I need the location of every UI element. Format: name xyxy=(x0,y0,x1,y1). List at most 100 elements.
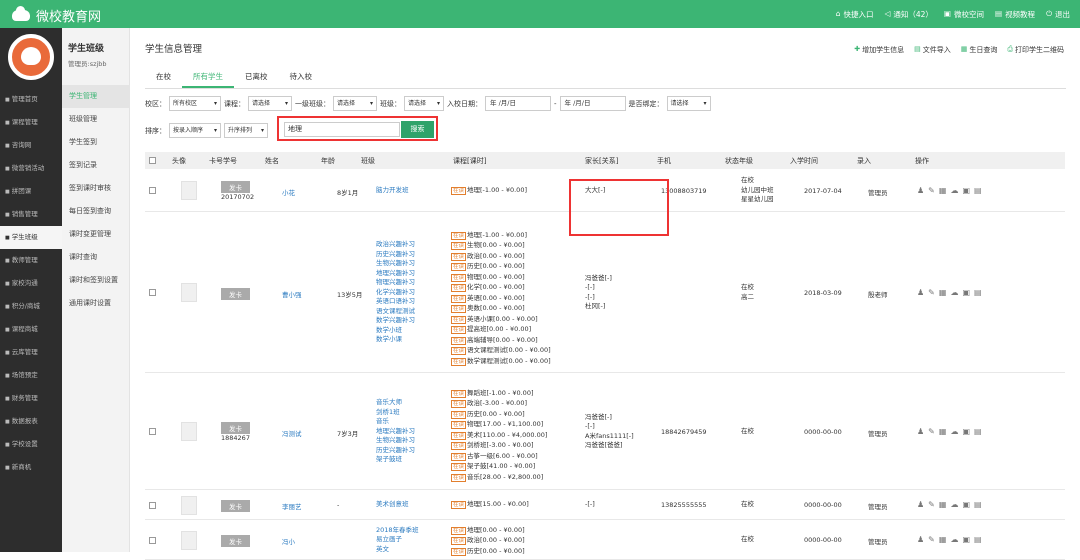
sidebar-item[interactable]: ■ 课程管理 xyxy=(0,111,62,134)
class-link[interactable]: 物理兴趣补习 xyxy=(376,278,415,288)
class-link[interactable]: 剑桥1班 xyxy=(376,408,415,418)
row-checkbox[interactable] xyxy=(149,501,156,509)
student-name[interactable]: 李丽艺 xyxy=(282,501,302,511)
sidebar-item[interactable]: ■ 积分/商城 xyxy=(0,295,62,318)
edit-icon[interactable]: ✎ xyxy=(928,535,935,544)
sidebar-item[interactable]: ■ 场馆预定 xyxy=(0,364,62,387)
submenu-item[interactable]: 签到课时审核 xyxy=(62,177,130,200)
tab-item[interactable]: 所有学生 xyxy=(182,70,234,88)
class-link[interactable]: 数学小班 xyxy=(376,326,415,336)
submenu-item[interactable]: 每日签到查询 xyxy=(62,200,130,223)
sidebar-item[interactable]: ■ 教师管理 xyxy=(0,249,62,272)
sidebar-item[interactable]: ■ 微营销活动 xyxy=(0,157,62,180)
user-icon[interactable]: ♟ xyxy=(917,535,924,544)
calendar-icon[interactable]: ▦ xyxy=(939,535,947,544)
class-link[interactable]: 美术创意班 xyxy=(376,500,409,510)
qrcode-icon[interactable]: ▣ xyxy=(962,186,970,195)
row-checkbox[interactable] xyxy=(149,536,156,544)
class-link[interactable]: 易立画子 xyxy=(376,535,419,545)
row-checkbox[interactable] xyxy=(149,187,156,194)
search-input[interactable]: 地理 xyxy=(284,122,400,137)
top-nav-item[interactable]: ▣ 微校空间 xyxy=(944,9,984,20)
logo[interactable]: 微校教育网 xyxy=(12,6,101,25)
action-0[interactable]: ✚ 增加学生信息 xyxy=(854,45,904,55)
submenu-item[interactable]: 学生签到 xyxy=(62,131,130,154)
sidebar-item[interactable]: ■ 家校沟通 xyxy=(0,272,62,295)
sidebar-item[interactable]: ■ 管理首页 xyxy=(0,88,62,111)
user-icon[interactable]: ♟ xyxy=(917,186,924,195)
edit-icon[interactable]: ✎ xyxy=(928,288,935,297)
class-link[interactable]: 英文 xyxy=(376,545,419,555)
sort-select[interactable]: 按录入顺序 xyxy=(169,123,221,138)
course-select[interactable]: 请选择 xyxy=(248,96,292,111)
row-checkbox[interactable] xyxy=(149,289,156,296)
avatar[interactable] xyxy=(8,34,54,80)
edit-icon[interactable]: ✎ xyxy=(928,500,935,509)
class-link[interactable]: 音乐大师 xyxy=(376,398,415,408)
sidebar-item[interactable]: ■ 数据报表 xyxy=(0,410,62,433)
sidebar-item[interactable]: ■ 学生班级 xyxy=(0,226,62,249)
submenu-item[interactable]: 通用课时设置 xyxy=(62,292,130,315)
student-name[interactable]: 冯小 xyxy=(282,536,295,546)
class-link[interactable]: 数学兴趣补习 xyxy=(376,316,415,326)
calendar-icon[interactable]: ▦ xyxy=(939,186,947,195)
class-link[interactable]: 历史兴趣补习 xyxy=(376,250,415,260)
edit-icon[interactable]: ✎ xyxy=(928,186,935,195)
submenu-item[interactable]: 签到记录 xyxy=(62,154,130,177)
card-icon[interactable]: ▤ xyxy=(974,535,982,544)
submenu-item[interactable]: 班级管理 xyxy=(62,108,130,131)
calendar-icon[interactable]: ▦ xyxy=(939,500,947,509)
class-link[interactable]: 数学小课 xyxy=(376,335,415,345)
card-icon[interactable]: ▤ xyxy=(974,288,982,297)
top-nav-item[interactable]: ⏻ 退出 xyxy=(1046,9,1070,20)
class-link[interactable]: 地理兴趣补习 xyxy=(376,269,415,279)
tab-item[interactable]: 在校 xyxy=(145,70,182,88)
date-to-input[interactable]: 年 /月/日 xyxy=(559,96,626,111)
row-checkbox[interactable] xyxy=(149,428,156,435)
class-link[interactable]: 地理兴趣补习 xyxy=(376,427,415,437)
action-1[interactable]: ▤ 文件导入 xyxy=(914,45,951,55)
cloud-icon[interactable]: ☁ xyxy=(950,500,958,509)
class-link[interactable]: 生物兴趣补习 xyxy=(376,436,415,446)
sidebar-item[interactable]: ■ 学校设置 xyxy=(0,433,62,456)
top-nav-item[interactable]: ▤ 视频教程 xyxy=(995,9,1035,20)
class-link[interactable]: 脑力开发班 xyxy=(376,186,409,196)
tab-item[interactable]: 已离校 xyxy=(234,70,279,88)
submenu-item[interactable]: 课时查询 xyxy=(62,246,130,269)
class1-select[interactable]: 请选择 xyxy=(333,96,377,111)
qrcode-icon[interactable]: ▣ xyxy=(962,288,970,297)
card-icon[interactable]: ▤ xyxy=(974,186,982,195)
user-icon[interactable]: ♟ xyxy=(917,500,924,509)
user-icon[interactable]: ♟ xyxy=(917,427,924,436)
user-icon[interactable]: ♟ xyxy=(917,288,924,297)
top-nav-item[interactable]: ◁ 通知（42） xyxy=(885,9,933,20)
class-link[interactable]: 化学兴趣补习 xyxy=(376,288,415,298)
issue-card-button[interactable]: 发卡 xyxy=(221,535,250,547)
issue-card-button[interactable]: 发卡 xyxy=(221,180,250,193)
cloud-icon[interactable]: ☁ xyxy=(950,186,958,195)
sidebar-item[interactable]: ■ 云库管理 xyxy=(0,341,62,364)
edit-icon[interactable]: ✎ xyxy=(928,427,935,436)
student-name[interactable]: 冯测试 xyxy=(282,428,302,438)
class-link[interactable]: 历史兴趣补习 xyxy=(376,446,415,456)
class-link[interactable]: 语文课程测试 xyxy=(376,307,415,317)
card-icon[interactable]: ▤ xyxy=(974,500,982,509)
student-name[interactable]: 曹小强 xyxy=(282,289,302,299)
cloud-icon[interactable]: ☁ xyxy=(950,427,958,436)
qrcode-icon[interactable]: ▣ xyxy=(962,427,970,436)
submenu-item[interactable]: 学生管理 xyxy=(62,85,130,108)
cloud-icon[interactable]: ☁ xyxy=(950,288,958,297)
action-3[interactable]: ⎙ 打印学生二维码 xyxy=(1007,45,1064,55)
submenu-item[interactable]: 课时和签到设置 xyxy=(62,269,130,292)
select-all-checkbox[interactable] xyxy=(149,157,156,164)
bind-select[interactable]: 请选择 xyxy=(666,96,711,111)
cloud-icon[interactable]: ☁ xyxy=(950,535,958,544)
qrcode-icon[interactable]: ▣ xyxy=(962,500,970,509)
issue-card-button[interactable]: 发卡 xyxy=(221,287,250,300)
order-select[interactable]: 升序排列 xyxy=(224,123,268,138)
sidebar-item[interactable]: ■ 咨询网 xyxy=(0,134,62,157)
issue-card-button[interactable]: 发卡 xyxy=(221,421,250,434)
sidebar-item[interactable]: ■ 课程商城 xyxy=(0,318,62,341)
sidebar-item[interactable]: ■ 财务管理 xyxy=(0,387,62,410)
sidebar-item[interactable]: ■ 销售管理 xyxy=(0,203,62,226)
